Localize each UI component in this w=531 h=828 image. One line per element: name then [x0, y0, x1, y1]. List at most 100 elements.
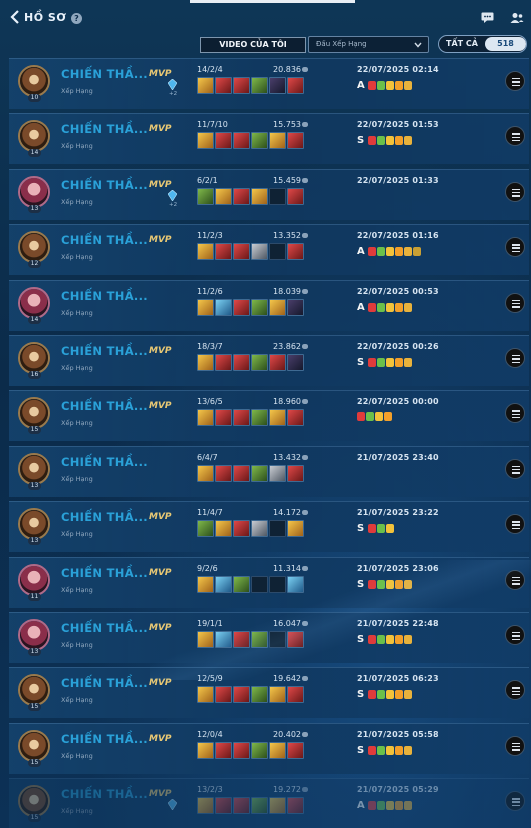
hero-name: CHIẾN THẦ... [61, 233, 148, 248]
medal-icon [377, 690, 385, 700]
item-icon [197, 132, 214, 150]
match-grade: A [357, 80, 365, 91]
match-details-menu-icon[interactable] [505, 791, 525, 812]
item-icon [251, 631, 268, 648]
gold-amount: 15.753 [273, 120, 301, 130]
match-details-menu-icon[interactable] [505, 458, 525, 479]
item-icon [269, 132, 286, 150]
match-row[interactable]: 15 CHIẾN THẦ... Xếp Hạng MVP 13/2/3 19.272 21/… [9, 778, 529, 828]
achievement-medals: S [357, 745, 412, 756]
match-row[interactable]: 15 CHIẾN THẦ... Xếp Hạng MVP 12/5/9 19.642 21/… [9, 667, 529, 719]
item-icon [233, 631, 250, 648]
match-details-menu-icon[interactable] [505, 126, 525, 147]
match-row[interactable]: 14 CHIẾN THẦ... Xếp Hạng MVP 11/7/10 15.753 22… [9, 113, 529, 165]
item-icon [287, 575, 304, 593]
hero-avatar [18, 286, 50, 319]
item-icon [269, 686, 286, 704]
back-button[interactable]: HỒ SƠ [10, 10, 66, 24]
match-grade: S [357, 523, 365, 535]
hero-avatar [18, 563, 50, 596]
item-icon [197, 409, 214, 427]
match-row[interactable]: 11 CHIẾN THẦ... Xếp Hạng MVP 9/2/6 11.314 21/0… [9, 556, 529, 608]
hero-avatar [18, 175, 50, 208]
match-grade: S [357, 135, 365, 147]
item-icon [197, 77, 214, 94]
match-grade: A [357, 301, 365, 313]
medal-icon [377, 136, 385, 146]
medal-icon [395, 302, 403, 312]
achievement-medals: S [357, 634, 412, 645]
medal-icon [357, 412, 365, 422]
gold-value: 11.314 [273, 564, 308, 573]
match-row[interactable]: 15 CHIẾN THẦ... Xếp Hạng MVP 13/6/5 18.960 22/… [9, 390, 529, 442]
match-row[interactable]: 10 CHIẾN THẦ... Xếp Hạng MVP +2 14/2/4 20.836 2… [9, 58, 529, 109]
match-row[interactable]: 14 CHIẾN THẦ... Xếp Hạng 11/2/6 18.039 22/07/… [9, 279, 529, 331]
hero-name: CHIẾN THẦ... [61, 787, 148, 802]
match-details-menu-icon[interactable] [505, 71, 525, 91]
match-details-menu-icon[interactable] [505, 292, 525, 313]
item-icon [197, 298, 214, 316]
match-row[interactable]: 15 CHIẾN THẦ... Xếp Hạng MVP 12/0/4 20.402 21/… [9, 722, 529, 774]
match-datetime: 22/07/2025 00:53 [357, 286, 439, 296]
match-grade: S [357, 357, 365, 368]
item-icon [215, 77, 232, 94]
gold-amount: 18.960 [273, 397, 301, 407]
item-icon [233, 797, 250, 815]
item-slot-empty [269, 520, 286, 538]
achievement-medals: A [357, 246, 421, 257]
match-details-menu-icon[interactable] [505, 735, 525, 756]
friends-icon[interactable] [510, 12, 524, 24]
gold-amount: 13.432 [273, 452, 301, 462]
hero-avatar [18, 729, 50, 762]
match-grade: S [357, 578, 365, 590]
match-details-menu-icon[interactable] [505, 569, 525, 590]
item-build [197, 132, 304, 150]
match-row[interactable]: 16 CHIẾN THẦ... Xếp Hạng MVP 18/3/7 23.862 22/… [9, 335, 529, 386]
medal-icon [377, 801, 385, 811]
medal-icon [368, 81, 376, 90]
all-matches-toggle[interactable]: TẤT CẢ 518 [438, 35, 527, 53]
gold-coin-icon [302, 731, 308, 737]
item-icon [233, 575, 250, 593]
match-row[interactable]: 13 CHIẾN THẦ... Xếp Hạng MVP 11/4/7 14.172 21/… [9, 501, 529, 553]
item-build [197, 520, 304, 538]
item-build [197, 686, 304, 704]
item-icon [233, 741, 250, 759]
match-details-menu-icon[interactable] [505, 625, 525, 645]
match-details-menu-icon[interactable] [505, 403, 525, 424]
match-details-menu-icon[interactable] [505, 680, 525, 701]
medal-icon [386, 745, 394, 755]
medal-icon [395, 358, 403, 367]
gold-value: 20.402 [273, 730, 308, 739]
gold-value: 18.039 [273, 287, 308, 296]
match-grade: A [357, 246, 365, 258]
medal-icon [395, 81, 403, 90]
match-row[interactable]: 13 CHIẾN THẦ... Xếp Hạng MVP +2 6/2/1 15.459 22… [9, 168, 529, 220]
item-slot-empty [269, 187, 286, 205]
hero-level-badge: 16 [28, 371, 41, 379]
match-details-menu-icon[interactable] [505, 348, 525, 368]
match-row[interactable]: 12 CHIẾN THẦ... Xếp Hạng MVP 11/2/3 13.352 22/… [9, 224, 529, 276]
hero-avatar [18, 452, 50, 485]
medal-icon [368, 302, 376, 312]
match-datetime: 21/07/2025 23:40 [357, 452, 439, 462]
help-icon[interactable]: ? [71, 13, 82, 24]
match-row[interactable]: 13 CHIẾN THẦ... Xếp Hạng MVP 19/1/1 16.047 21/… [9, 612, 529, 663]
item-icon [287, 354, 304, 371]
match-type-select[interactable]: Đấu Xếp Hạng [308, 36, 429, 53]
mvp-badge: MVP [149, 512, 172, 523]
match-datetime: 22/07/2025 02:14 [357, 65, 439, 74]
medal-icon [368, 247, 376, 257]
my-videos-button[interactable]: VIDEO CỦA TÔI [200, 37, 306, 53]
match-details-menu-icon[interactable] [505, 181, 525, 202]
gold-coin-icon [302, 233, 308, 239]
item-icon [215, 797, 232, 815]
item-icon [251, 354, 268, 371]
chat-icon[interactable] [481, 12, 495, 24]
match-details-menu-icon[interactable] [505, 237, 525, 258]
item-icon [251, 298, 268, 316]
match-details-menu-icon[interactable] [505, 514, 525, 535]
item-icon [287, 409, 304, 427]
match-row[interactable]: 13 CHIẾN THẦ... Xếp Hạng 6/4/7 13.432 21/07/2… [9, 445, 529, 497]
hero-level-badge: 13 [28, 537, 41, 546]
